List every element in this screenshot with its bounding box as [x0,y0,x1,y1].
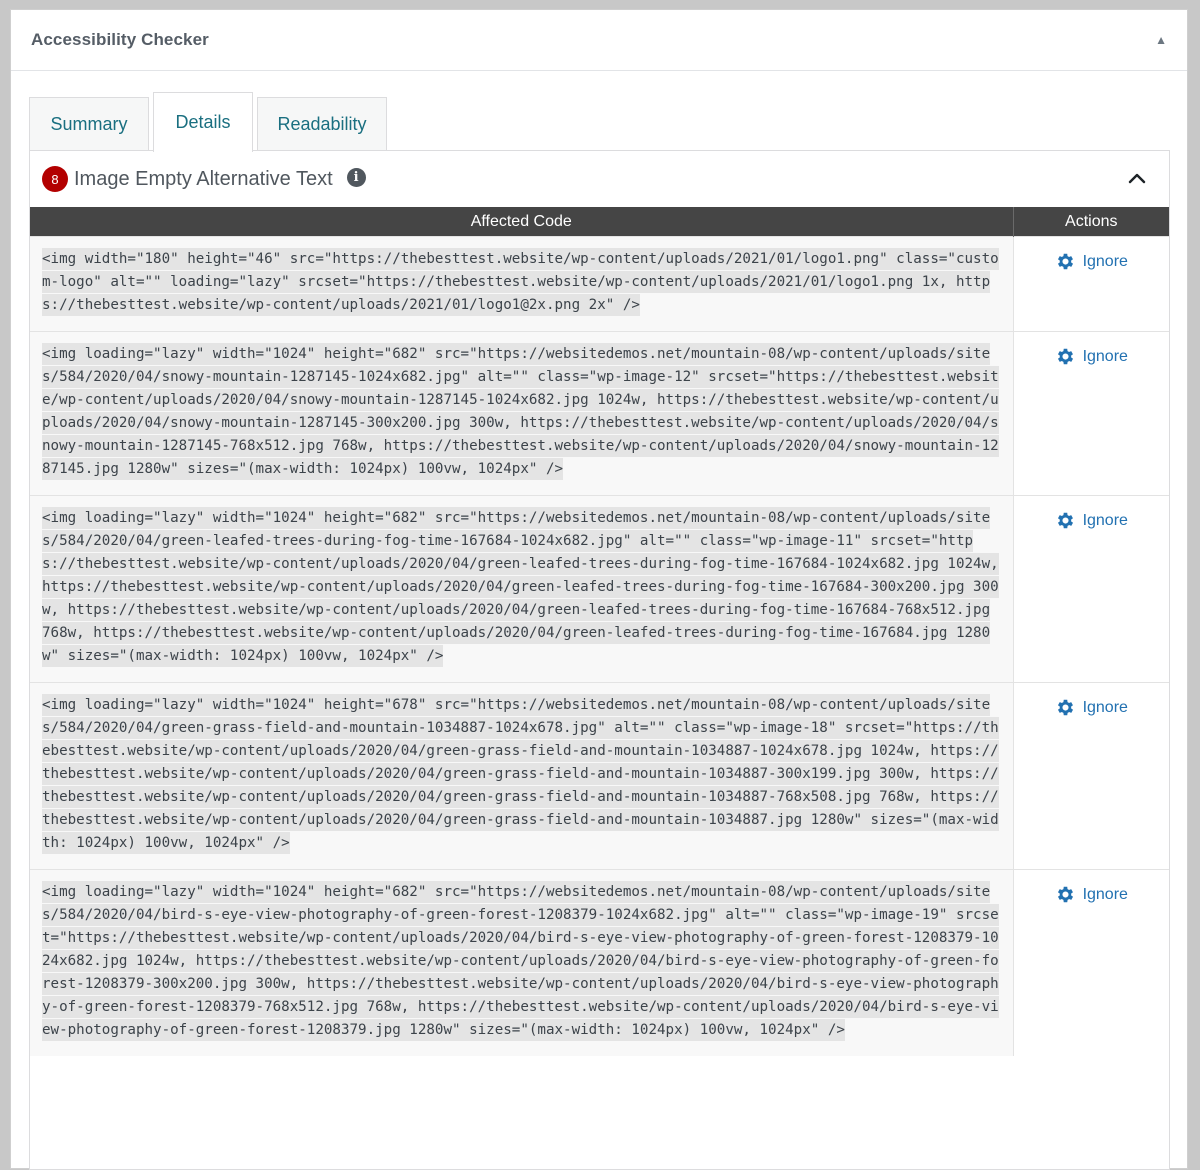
action-cell: Ignore [1013,869,1169,1056]
gear-icon [1057,253,1073,270]
action-cell: Ignore [1013,236,1169,332]
column-header-affected-code: Affected Code [30,207,1013,237]
tab-readability[interactable]: Readability [257,97,387,151]
tab-bar: Summary Details Readability [29,90,391,152]
code-snippet: <img loading="lazy" width="1024" height=… [42,694,999,854]
code-cell: <img loading="lazy" width="1024" height=… [30,495,1014,683]
ignore-button[interactable]: Ignore [1055,697,1128,718]
code-snippet: <img width="180" height="46" src="https:… [42,248,999,316]
table-row: <img loading="lazy" width="1024" height=… [30,495,1169,683]
table-row: <img loading="lazy" width="1024" height=… [30,682,1169,870]
gear-icon [1057,699,1073,716]
issue-count-badge: 8 [42,166,68,192]
action-cell: Ignore [1013,495,1169,683]
tab-readability-label: Readability [277,114,367,134]
gear-icon [1057,886,1073,903]
tab-details-label: Details [175,112,231,132]
tab-summary[interactable]: Summary [29,97,149,151]
accessibility-checker-panel: Accessibility Checker ▲ Summary Details … [10,9,1188,1170]
issue-title: Image Empty Alternative Text [74,167,333,190]
ignore-label: Ignore [1082,885,1128,903]
ignore-label: Ignore [1082,698,1128,716]
code-cell: <img loading="lazy" width="1024" height=… [30,869,1014,1056]
action-cell: Ignore [1013,331,1169,496]
ignore-label: Ignore [1082,511,1128,529]
panel-title: Accessibility Checker [31,30,209,49]
issue-header[interactable]: 8 Image Empty Alternative Text i [30,151,1169,207]
ignore-button[interactable]: Ignore [1055,510,1128,531]
code-cell: <img loading="lazy" width="1024" height=… [30,682,1014,870]
ignore-button[interactable]: Ignore [1055,251,1128,272]
details-content: 8 Image Empty Alternative Text i Affecte… [29,150,1170,1170]
ignore-label: Ignore [1082,347,1128,365]
ignore-button[interactable]: Ignore [1055,346,1128,367]
ignore-label: Ignore [1082,252,1128,270]
code-snippet: <img loading="lazy" width="1024" height=… [42,881,999,1041]
code-cell: <img loading="lazy" width="1024" height=… [30,331,1014,496]
ignore-button[interactable]: Ignore [1055,884,1128,905]
info-icon[interactable]: i [346,167,366,187]
chevron-up-icon[interactable] [1127,168,1147,188]
tab-details[interactable]: Details [153,92,253,152]
column-header-actions: Actions [1012,207,1169,237]
action-cell: Ignore [1013,682,1169,870]
panel-header[interactable]: Accessibility Checker ▲ [11,10,1187,71]
tab-summary-label: Summary [50,114,128,134]
code-snippet: <img loading="lazy" width="1024" height=… [42,343,999,480]
code-cell: <img width="180" height="46" src="https:… [30,236,1014,332]
affected-code-table: Affected Code Actions <img width="180" h… [30,207,1169,1056]
table-row: <img loading="lazy" width="1024" height=… [30,331,1169,496]
table-header-row: Affected Code Actions [30,207,1169,237]
code-snippet: <img loading="lazy" width="1024" height=… [42,507,999,667]
table-row: <img loading="lazy" width="1024" height=… [30,869,1169,1056]
gear-icon [1057,512,1073,529]
gear-icon [1057,348,1073,365]
triangle-up-icon[interactable]: ▲ [1155,33,1167,47]
table-row: <img width="180" height="46" src="https:… [30,236,1169,332]
